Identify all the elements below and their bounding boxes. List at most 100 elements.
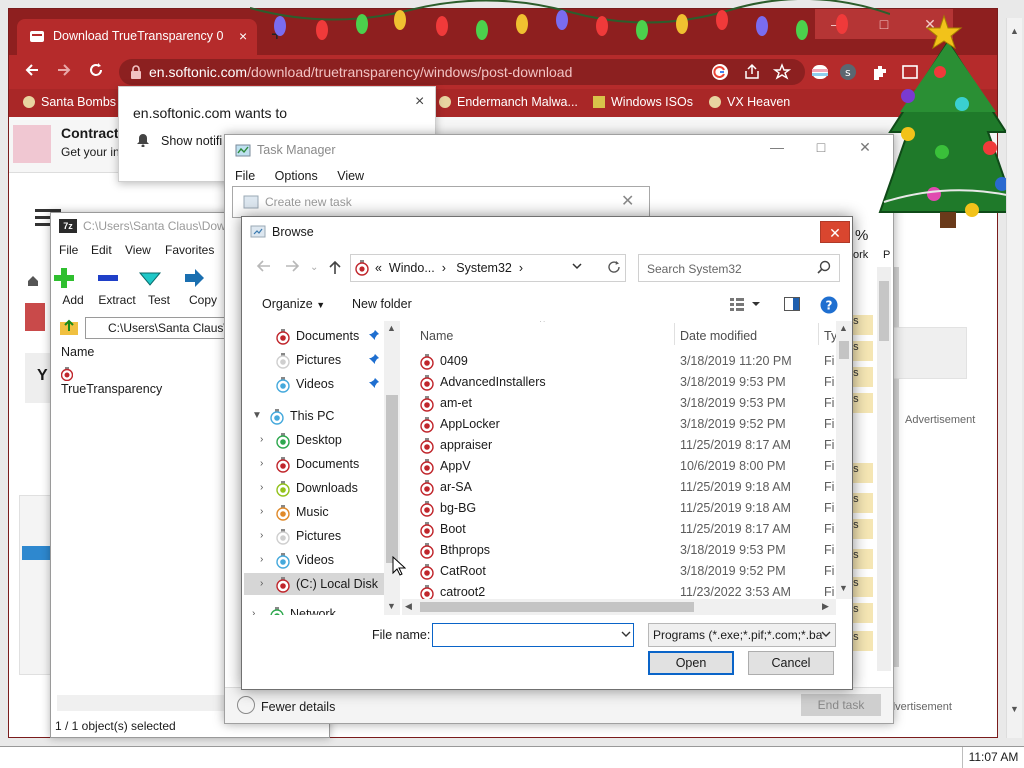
scroll-up-icon[interactable]: ▲ <box>839 323 848 333</box>
scrollbar-thumb[interactable] <box>420 602 694 612</box>
home-icon[interactable] <box>27 275 39 287</box>
bookmark-vx-heaven[interactable]: VX Heaven <box>709 95 790 109</box>
extension-s-icon[interactable]: s <box>839 63 857 81</box>
forward-arrow-icon[interactable] <box>284 259 300 273</box>
taskbar-clock[interactable]: 11:07 AM <box>962 747 1024 768</box>
nav-item[interactable]: ▼ This PC <box>244 405 384 427</box>
file-list-vertical-scrollbar[interactable]: ▲ ▼ <box>836 321 852 599</box>
up-arrow-icon[interactable] <box>328 259 342 275</box>
scroll-up-icon[interactable]: ▲ <box>1010 26 1019 36</box>
file-row[interactable]: am-et 3/18/2019 9:53 PM Fi <box>402 393 834 414</box>
scroll-right-icon[interactable]: ▶ <box>822 601 829 612</box>
file-row[interactable]: catroot2 11/23/2022 3:53 AM Fi <box>402 582 834 599</box>
chevron-right-icon[interactable]: › <box>260 434 263 445</box>
list-item[interactable]: TrueTransparency <box>61 367 162 396</box>
minimize-button[interactable]: — <box>755 139 799 155</box>
file-row[interactable]: Bthprops 3/18/2019 9:53 PM Fi <box>402 540 834 561</box>
back-icon[interactable] <box>23 61 41 79</box>
nav-item[interactable]: › Documents <box>244 453 384 475</box>
lock-icon[interactable] <box>129 64 143 80</box>
refresh-icon[interactable] <box>607 260 621 274</box>
file-row[interactable]: bg-BG 11/25/2019 9:18 AM Fi <box>402 498 834 519</box>
scroll-up-icon[interactable]: ▲ <box>387 323 396 333</box>
fewer-details-link[interactable]: Fewer details <box>261 700 335 714</box>
menu-favorites[interactable]: Favorites <box>165 243 214 257</box>
end-task-button[interactable]: End task <box>801 694 881 716</box>
browser-tab[interactable]: Download TrueTransparency 0.9 × <box>17 19 257 55</box>
menu-view[interactable]: View <box>337 169 364 183</box>
chevron-right-icon[interactable]: › <box>260 458 263 469</box>
help-icon[interactable]: ? <box>820 296 838 314</box>
test-button[interactable]: Test <box>137 265 181 307</box>
search-box[interactable]: Search System32 <box>638 254 840 282</box>
file-list-horizontal-scrollbar[interactable]: ◀ ▶ <box>402 599 836 615</box>
file-name-dropdown-icon[interactable] <box>620 629 632 639</box>
copy-button[interactable]: Copy <box>181 265 225 307</box>
breadcrumb-overflow[interactable]: « <box>375 261 382 275</box>
menu-options[interactable]: Options <box>275 169 318 183</box>
file-row[interactable]: AdvancedInstallers 3/18/2019 9:53 PM Fi <box>402 372 834 393</box>
view-options-icon[interactable] <box>730 297 762 311</box>
file-type-dropdown-icon[interactable] <box>820 629 832 639</box>
scrollbar-thumb[interactable] <box>839 341 849 359</box>
menu-edit[interactable]: Edit <box>91 243 112 257</box>
notification-close-icon[interactable]: × <box>415 93 424 111</box>
folder-up-icon[interactable] <box>59 317 79 337</box>
nav-item[interactable]: › (C:) Local Disk <box>244 573 384 595</box>
address-bar[interactable]: en.softonic.com/download/truetransparenc… <box>119 59 805 85</box>
file-row[interactable]: AppV 10/6/2019 8:00 PM Fi <box>402 456 834 477</box>
nav-item[interactable]: › Downloads <box>244 477 384 499</box>
address-breadcrumb[interactable]: « Windo... › System32 › <box>350 254 626 282</box>
nav-item[interactable]: › Network <box>244 603 384 615</box>
file-row[interactable]: 0409 3/18/2019 11:20 PM Fi <box>402 351 834 372</box>
scroll-down-icon[interactable]: ▼ <box>387 601 396 611</box>
open-button[interactable]: Open <box>648 651 734 675</box>
create-new-task-close-button[interactable]: ✕ <box>621 191 634 211</box>
bookmark-santa-bombs[interactable]: Santa Bombs <box>23 95 116 109</box>
chevron-right-icon[interactable]: › <box>260 530 263 541</box>
tab-close-icon[interactable]: × <box>239 28 247 44</box>
address-dropdown-chevron-icon[interactable] <box>571 260 583 272</box>
nav-item[interactable]: › Desktop <box>244 429 384 451</box>
menu-view[interactable]: View <box>125 243 151 257</box>
nav-item[interactable]: › Music <box>244 501 384 523</box>
preview-pane-icon[interactable] <box>784 297 800 311</box>
maximize-button[interactable]: □ <box>799 139 843 155</box>
column-header-name[interactable]: Name <box>61 345 94 359</box>
reload-icon[interactable] <box>87 61 105 79</box>
chevron-right-icon[interactable]: › <box>260 482 263 493</box>
nav-item[interactable]: › Videos <box>244 549 384 571</box>
column-header-name[interactable]: Name <box>420 329 453 343</box>
scrollbar-thumb[interactable] <box>386 395 398 563</box>
scroll-down-icon[interactable]: ▼ <box>1010 704 1019 714</box>
file-row[interactable]: CatRoot 3/18/2019 9:52 PM Fi <box>402 561 834 582</box>
task-manager-scrollbar[interactable] <box>877 267 891 671</box>
column-divider[interactable] <box>674 323 675 345</box>
breadcrumb-item-windows[interactable]: Windo... <box>389 261 435 275</box>
file-row[interactable]: Boot 11/25/2019 8:17 AM Fi <box>402 519 834 540</box>
new-folder-button[interactable]: New folder <box>352 297 412 311</box>
bookmark-endermanch[interactable]: Endermanch Malwa... <box>439 95 578 109</box>
menu-file[interactable]: File <box>59 243 78 257</box>
add-button[interactable]: Add <box>51 265 95 307</box>
chevron-right-icon[interactable]: › <box>260 578 263 589</box>
chevron-right-icon[interactable]: › <box>252 608 255 615</box>
cancel-button[interactable]: Cancel <box>748 651 834 675</box>
forward-icon[interactable] <box>55 61 73 79</box>
breadcrumb-item-system32[interactable]: System32 <box>456 261 512 275</box>
browse-close-button[interactable]: ✕ <box>820 221 850 243</box>
fewer-details-chevron-icon[interactable] <box>237 696 255 714</box>
column-header-date-modified[interactable]: Date modified <box>680 329 757 343</box>
file-row[interactable]: appraiser 11/25/2019 8:17 AM Fi <box>402 435 834 456</box>
chevron-right-icon[interactable]: › <box>260 506 263 517</box>
star-icon[interactable] <box>773 63 791 81</box>
nav-item[interactable]: Videos <box>244 373 384 395</box>
extract-button[interactable]: Extract <box>95 265 139 307</box>
recent-locations-chevron-icon[interactable]: ⌄ <box>310 262 318 273</box>
back-arrow-icon[interactable] <box>256 259 272 273</box>
nav-item[interactable]: › Pictures <box>244 525 384 547</box>
share-icon[interactable] <box>743 63 761 81</box>
chevron-right-icon[interactable]: › <box>260 554 263 565</box>
google-icon[interactable] <box>711 63 729 81</box>
organize-button[interactable]: Organize ▼ <box>262 297 325 311</box>
